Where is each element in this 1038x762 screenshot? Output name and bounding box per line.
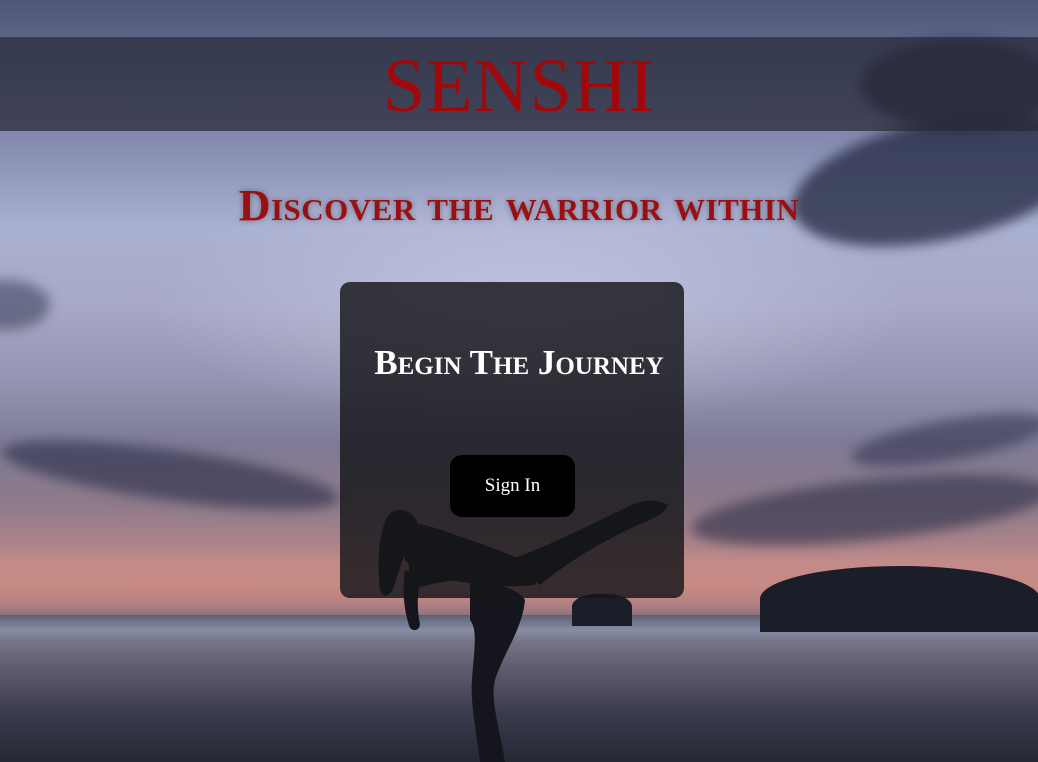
title-bar: SENSHI bbox=[0, 37, 1038, 131]
journey-card bbox=[340, 282, 684, 598]
sign-in-button[interactable]: Sign In bbox=[450, 455, 575, 517]
card-heading: Begin The Journey bbox=[374, 343, 664, 382]
tagline: Discover the warrior within bbox=[238, 181, 800, 230]
site-title: SENSHI bbox=[382, 44, 656, 128]
